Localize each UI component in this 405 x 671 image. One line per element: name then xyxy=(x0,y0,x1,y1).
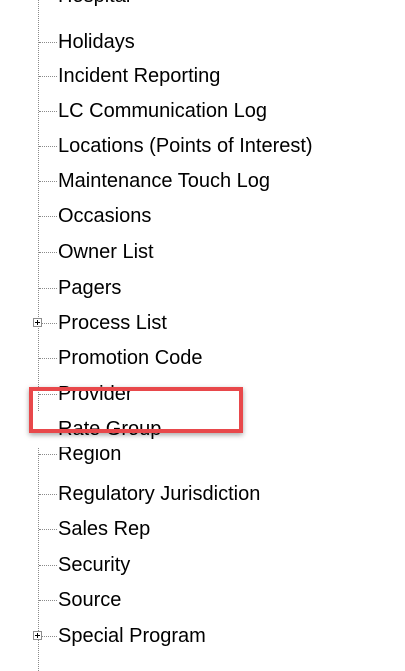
tree-item-label: Promotion Code xyxy=(58,347,203,369)
tree-item-label: Locations (Points of Interest) xyxy=(58,135,313,157)
tree-item-label: Occasions xyxy=(58,205,152,227)
tree-item-occasions[interactable]: Occasions xyxy=(0,198,405,234)
tree-item-rate-group[interactable]: Rate Group xyxy=(0,411,405,447)
tree-item-label: Rate Group xyxy=(58,418,162,440)
tree-item-label: Provider xyxy=(58,383,133,405)
tree-item-label: Special Program xyxy=(58,625,206,647)
tree-connector xyxy=(39,358,57,359)
plus-box-icon[interactable] xyxy=(33,631,42,640)
tree-item-locations[interactable]: Locations (Points of Interest) xyxy=(0,128,405,164)
tree-connector xyxy=(39,181,57,182)
tree-item-label: Sales Rep xyxy=(58,518,151,540)
tree-item-lc-communication-log[interactable]: LC Communication Log xyxy=(0,93,405,129)
tree-connector xyxy=(39,252,57,253)
tree-item-promotion-code[interactable]: Promotion Code xyxy=(0,340,405,376)
tree-connector xyxy=(39,394,57,395)
tree-item-label: Regulatory Jurisdiction xyxy=(58,483,261,505)
tree-item-pagers[interactable]: Pagers xyxy=(0,270,405,306)
tree-item-label: Process List xyxy=(58,312,167,334)
tree-item-sales-rep[interactable]: Sales Rep xyxy=(0,511,405,547)
tree-item-regulatory-jurisdiction[interactable]: Regulatory Jurisdiction xyxy=(0,476,405,512)
plus-box-icon[interactable] xyxy=(33,318,42,327)
tree-item-label: Source xyxy=(58,589,122,611)
tree-item-label: Owner List xyxy=(58,241,154,263)
tree-item-provider[interactable]: Provider xyxy=(0,376,405,412)
tree-item-cutoff[interactable]: Hospital xyxy=(0,0,405,14)
tree-connector xyxy=(39,111,57,112)
tree-connector xyxy=(39,600,57,601)
tree-item-owner-list[interactable]: Owner List xyxy=(0,234,405,270)
tree-connector xyxy=(39,454,57,455)
tree-item-process-list[interactable]: Process List xyxy=(0,305,405,341)
tree-item-label: Security xyxy=(58,554,131,576)
tree-connector xyxy=(39,288,57,289)
tree-item-label: Holidays xyxy=(58,31,135,53)
tree-connector xyxy=(39,565,57,566)
tree-connector xyxy=(39,429,57,430)
tree-item-label: Hospital xyxy=(58,0,130,9)
tree-item-maintenance-touch-log[interactable]: Maintenance Touch Log xyxy=(0,163,405,199)
tree-connector xyxy=(39,76,57,77)
tree-item-label: Incident Reporting xyxy=(58,65,221,87)
tree-connector xyxy=(39,529,57,530)
tree-item-security[interactable]: Security xyxy=(0,547,405,583)
tree-connector xyxy=(39,494,57,495)
tree-item-source[interactable]: Source xyxy=(0,582,405,618)
tree-item-label: Maintenance Touch Log xyxy=(58,170,271,192)
tree-item-incident-reporting[interactable]: Incident Reporting xyxy=(0,58,405,94)
tree-connector xyxy=(39,42,57,43)
tree-item-label: Pagers xyxy=(58,277,122,299)
tree-connector xyxy=(39,216,57,217)
tree-item-label: LC Communication Log xyxy=(58,100,267,122)
tree-view: Hospital Holidays Incident Reporting LC … xyxy=(0,0,405,671)
tree-connector xyxy=(39,146,57,147)
tree-item-holidays[interactable]: Holidays xyxy=(0,24,405,60)
tree-item-special-program[interactable]: Special Program xyxy=(0,618,405,654)
